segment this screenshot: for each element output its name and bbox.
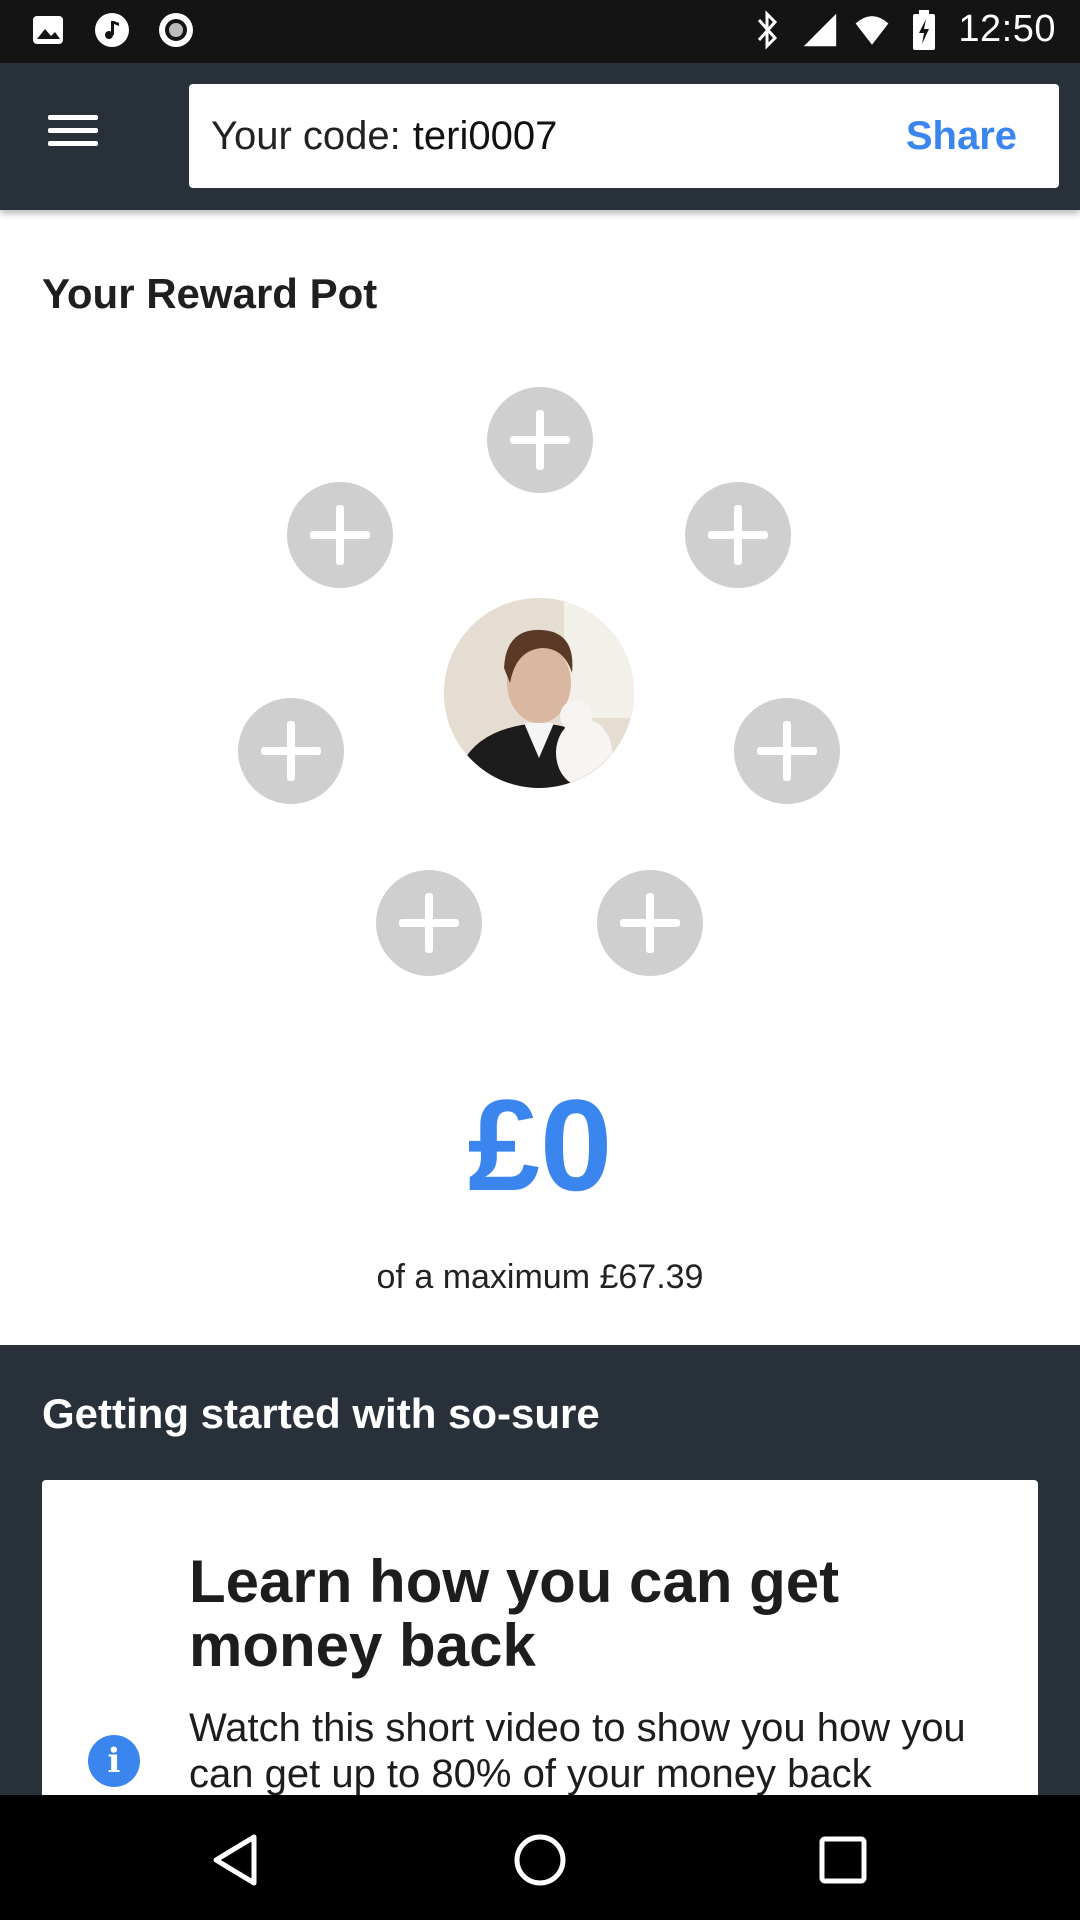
clock: 12:50 xyxy=(958,8,1056,50)
code-value: teri0007 xyxy=(412,113,558,158)
system-icons: 12:50 xyxy=(750,8,1056,51)
notification-icons xyxy=(30,12,194,48)
getting-started-title: Getting started with so-sure xyxy=(42,1390,600,1437)
status-bar: 12:50 xyxy=(0,0,1080,63)
add-connection-slot[interactable] xyxy=(487,387,593,493)
bluetooth-icon xyxy=(750,9,786,50)
app-bar: Your code: teri0007 Share xyxy=(0,63,1080,210)
battery-charging-icon xyxy=(906,9,942,50)
add-connection-slot[interactable] xyxy=(376,870,482,976)
image-icon xyxy=(30,12,66,48)
referral-code-box: Your code: teri0007 Share xyxy=(189,84,1059,188)
avatar-photo xyxy=(444,598,634,788)
reward-amount: £0 xyxy=(467,1072,613,1218)
music-icon xyxy=(94,12,130,48)
reward-pot-title: Your Reward Pot xyxy=(42,270,378,317)
add-connection-slot[interactable] xyxy=(685,482,791,588)
card-heading: Learn how you can get money back xyxy=(189,1548,840,1679)
getting-started-section: Getting started with so-sure Learn how y… xyxy=(0,1345,1080,1810)
add-connection-slot[interactable] xyxy=(238,698,344,804)
home-icon[interactable] xyxy=(505,1825,575,1895)
record-icon xyxy=(158,12,194,48)
add-connection-slot[interactable] xyxy=(287,482,393,588)
code-label: Your code: xyxy=(211,113,401,158)
share-button[interactable]: Share xyxy=(906,114,1037,159)
hamburger-menu-icon[interactable] xyxy=(38,107,108,167)
avatar xyxy=(444,598,634,788)
back-icon[interactable] xyxy=(202,1825,272,1895)
add-connection-slot[interactable] xyxy=(734,698,840,804)
navigation-bar xyxy=(0,1795,1080,1920)
card-body: Watch this short video to show you how y… xyxy=(189,1706,966,1796)
recents-icon[interactable] xyxy=(808,1825,878,1895)
signal-icon xyxy=(802,12,838,48)
info-icon: i xyxy=(88,1735,140,1787)
add-connection-slot[interactable] xyxy=(597,870,703,976)
wifi-icon xyxy=(854,12,890,48)
reward-maximum: of a maximum £67.39 xyxy=(376,1258,704,1296)
learn-money-back-card[interactable]: Learn how you can get money back i Watch… xyxy=(42,1480,1038,1810)
screen: 12:50 Your code: teri0007 Share Your Rew… xyxy=(0,0,1080,1920)
